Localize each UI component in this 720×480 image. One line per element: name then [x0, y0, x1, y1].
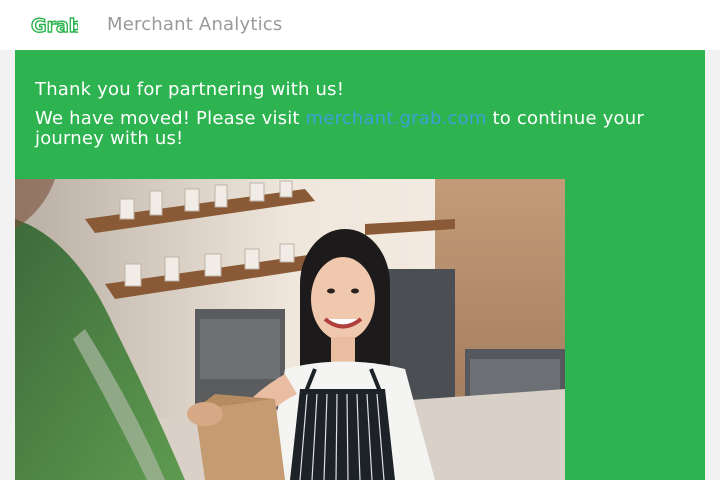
grab-logo-icon: Grab	[30, 14, 83, 37]
moved-banner: Thank you for partnering with us! We hav…	[15, 50, 705, 480]
merchant-site-link[interactable]: merchant.grab.com	[306, 108, 487, 129]
svg-text:Grab: Grab	[31, 15, 78, 37]
greeting-text: Thank you for partnering with us!	[35, 79, 345, 100]
grab-logo[interactable]: Grab	[30, 10, 83, 40]
moved-message: We have moved! Please visit merchant.gra…	[35, 109, 675, 149]
merchant-photo	[15, 179, 565, 480]
app-title: Merchant Analytics	[107, 14, 283, 35]
top-bar: Grab Merchant Analytics	[0, 0, 720, 50]
merchant-photo-image	[15, 179, 565, 480]
message-prefix: We have moved! Please visit	[35, 108, 306, 129]
